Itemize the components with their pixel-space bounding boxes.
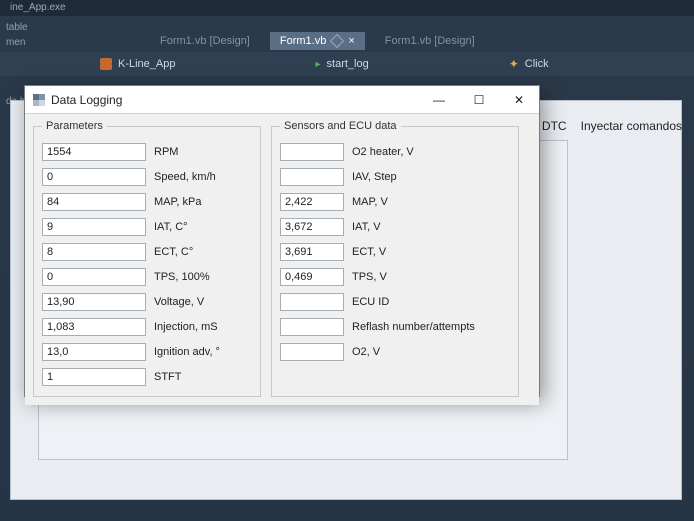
o2-heater-input[interactable] [280,143,344,161]
sensor-row-iat-v: IAT, V [280,216,510,238]
tps-v-label: TPS, V [352,271,387,283]
iat-c-input[interactable] [42,218,146,236]
tab-inactive[interactable]: Form1.vb [Design] [385,35,475,47]
rpm-label: RPM [154,146,178,158]
sensor-row-ecuid: ECU ID [280,291,510,313]
pin-icon[interactable] [330,34,344,48]
nav-method[interactable]: ▸ start_log [316,58,369,70]
param-row-rpm: RPM [42,141,252,163]
inyectar-comandos-button[interactable]: Inyectar comandos [581,119,682,133]
ect-c-label: ECT, C° [154,246,193,258]
ecu-id-input[interactable] [280,293,344,311]
iat-v-label: IAT, V [352,221,381,233]
sensors-legend: Sensors and ECU data [280,120,401,132]
method-icon: ▸ [316,59,321,70]
map-v-input[interactable] [280,193,344,211]
param-row-tps: TPS, 100% [42,266,252,288]
tps-pct-label: TPS, 100% [154,271,210,283]
close-button[interactable]: ✕ [499,86,539,114]
parameters-group: Parameters RPM Speed, km/h MAP, kPa IAT,… [33,120,261,397]
o2-v-input[interactable] [280,343,344,361]
speed-input[interactable] [42,168,146,186]
reflash-input[interactable] [280,318,344,336]
tps-v-input[interactable] [280,268,344,286]
ect-c-input[interactable] [42,243,146,261]
param-row-map: MAP, kPa [42,191,252,213]
param-row-ect: ECT, C° [42,241,252,263]
voltage-label: Voltage, V [154,296,204,308]
ect-v-label: ECT, V [352,246,386,258]
sensor-row-ect-v: ECT, V [280,241,510,263]
stft-input[interactable] [42,368,146,386]
injection-label: Injection, mS [154,321,218,333]
sensor-row-tps-v: TPS, V [280,266,510,288]
parameters-legend: Parameters [42,120,107,132]
param-row-injection: Injection, mS [42,316,252,338]
cursor-icon: ✦ [509,57,519,71]
iav-input[interactable] [280,168,344,186]
dialog-titlebar[interactable]: Data Logging — ☐ ✕ [25,86,539,114]
data-logging-dialog: Data Logging — ☐ ✕ Parameters RPM Speed,… [24,85,540,397]
map-kpa-label: MAP, kPa [154,196,202,208]
map-kpa-input[interactable] [42,193,146,211]
app-icon [33,94,45,106]
nav-event[interactable]: ✦ Click [509,57,549,71]
rpm-input[interactable] [42,143,146,161]
sensor-row-map-v: MAP, V [280,191,510,213]
editor-tabs: Form1.vb [Design] Form1.vb × Form1.vb [D… [0,30,694,52]
taskbar-text: ine_App.exe [0,0,694,16]
iat-c-label: IAT, C° [154,221,188,233]
sensor-row-reflash: Reflash number/attempts [280,316,510,338]
sensor-row-iav: IAV, Step [280,166,510,188]
reflash-label: Reflash number/attempts [352,321,475,333]
sensor-row-o2v: O2, V [280,341,510,363]
param-row-ignition: Ignition adv, ° [42,341,252,363]
param-row-stft: STFT [42,366,252,388]
iat-v-input[interactable] [280,218,344,236]
ect-v-input[interactable] [280,243,344,261]
nav-event-label: Click [525,58,549,70]
ide-background: ine_App.exe table men cu es. de herran 🔎… [0,0,694,521]
dialog-title: Data Logging [51,93,122,107]
tab-inactive[interactable]: Form1.vb [Design] [160,35,250,47]
param-row-voltage: Voltage, V [42,291,252,313]
vb-icon [100,58,112,70]
speed-label: Speed, km/h [154,171,216,183]
sensor-row-o2heater: O2 heater, V [280,141,510,163]
close-icon[interactable]: × [348,35,354,47]
dialog-body: Parameters RPM Speed, km/h MAP, kPa IAT,… [25,114,539,405]
stft-label: STFT [154,371,182,383]
sensors-group: Sensors and ECU data O2 heater, V IAV, S… [271,120,519,397]
ignition-label: Ignition adv, ° [154,346,220,358]
map-v-label: MAP, V [352,196,388,208]
injection-input[interactable] [42,318,146,336]
nav-method-label: start_log [327,58,369,70]
tab-label: Form1.vb [280,35,326,47]
nav-project[interactable]: K-Line_App [100,58,176,70]
tab-active[interactable]: Form1.vb × [270,32,365,50]
voltage-input[interactable] [42,293,146,311]
tps-pct-input[interactable] [42,268,146,286]
editor-nav-bar: K-Line_App ▸ start_log ✦ Click [0,52,694,76]
iav-label: IAV, Step [352,171,397,183]
param-row-iat: IAT, C° [42,216,252,238]
param-row-speed: Speed, km/h [42,166,252,188]
o2-v-label: O2, V [352,346,380,358]
ignition-input[interactable] [42,343,146,361]
o2-heater-label: O2 heater, V [352,146,414,158]
minimize-button[interactable]: — [419,86,459,114]
nav-project-label: K-Line_App [118,58,176,70]
ecu-id-label: ECU ID [352,296,389,308]
maximize-button[interactable]: ☐ [459,86,499,114]
